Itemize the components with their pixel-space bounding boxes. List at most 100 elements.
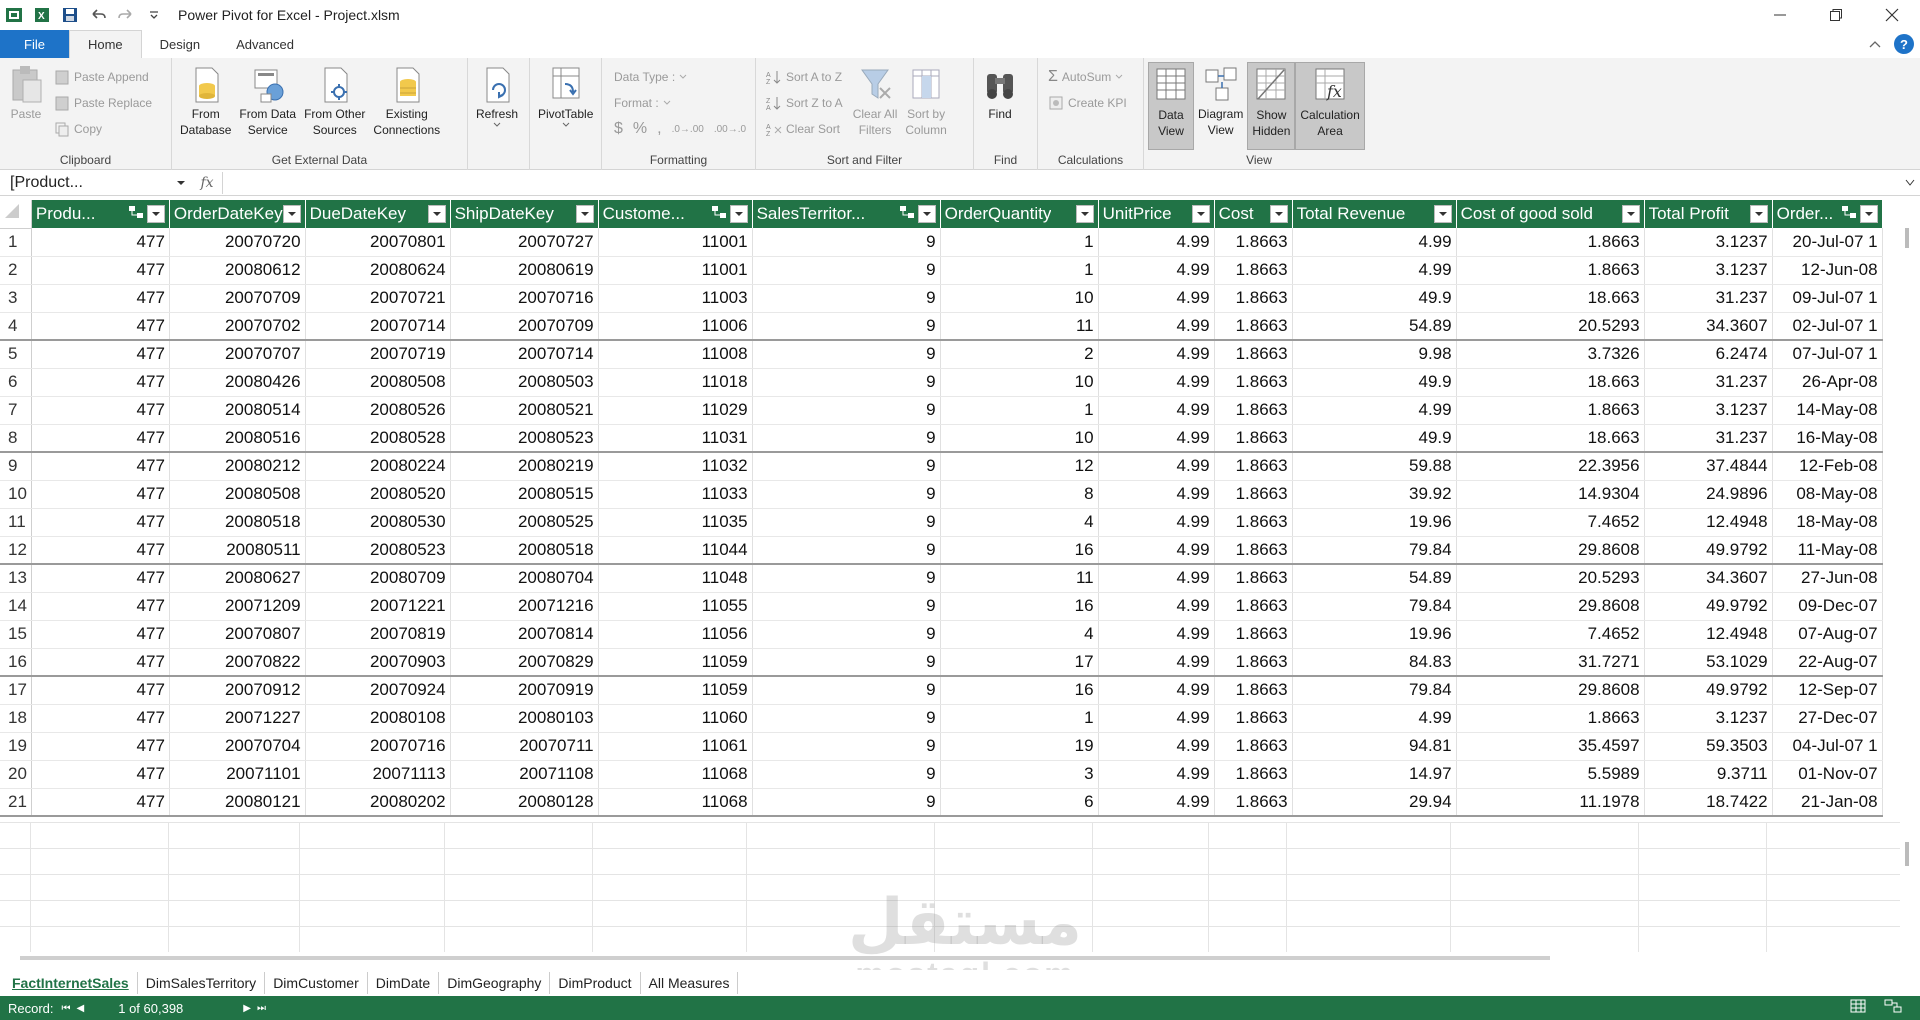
table-cell[interactable]: 3.7326 [1456,340,1645,369]
table-cell[interactable]: 20070714 [450,340,599,369]
sheet-tab-dimdate[interactable]: DimDate [368,972,440,994]
table-cell[interactable]: 11068 [598,760,753,789]
horizontal-scrollbar[interactable] [20,956,1550,960]
row-number[interactable]: 5 [0,340,32,369]
table-cell[interactable]: 26-Apr-08 [1772,368,1883,397]
table-cell[interactable]: 9 [752,452,941,481]
diagram-view-status-icon[interactable] [1884,999,1902,1016]
sheet-tab-factinternetsales[interactable]: FactInternetSales [4,972,138,994]
table-cell[interactable]: 34.3607 [1644,564,1773,593]
table-cell[interactable]: 20070720 [169,228,306,257]
table-cell[interactable]: 4.99 [1098,480,1215,509]
table-cell[interactable]: 1.8663 [1214,648,1293,677]
table-cell[interactable]: 11059 [598,676,753,705]
record-nav-next-last[interactable]: ▶⏭ [243,1003,272,1014]
table-cell[interactable]: 4.99 [1098,676,1215,705]
table-cell[interactable]: 22.3956 [1456,452,1645,481]
column-filter-dropdown-icon[interactable] [427,205,446,223]
refresh-button[interactable]: Refresh [472,62,522,150]
table-cell[interactable]: 477 [31,760,170,789]
column-header[interactable]: Order... [1772,200,1883,228]
table-cell[interactable]: 9.98 [1292,340,1457,369]
table-cell[interactable]: 20071221 [305,592,451,621]
table-cell[interactable]: 08-May-08 [1772,480,1883,509]
table-cell[interactable]: 11061 [598,732,753,761]
row-number[interactable]: 12 [0,536,32,565]
diagram-view-button[interactable]: Diagram View [1194,62,1247,150]
table-cell[interactable]: 9 [752,424,941,453]
table-cell[interactable]: 20080219 [450,452,599,481]
table-cell[interactable]: 1.8663 [1214,536,1293,565]
table-cell[interactable]: 20070709 [450,312,599,341]
table-cell[interactable]: 11048 [598,564,753,593]
table-cell[interactable]: 12-Sep-07 [1772,676,1883,705]
table-cell[interactable]: 4.99 [1292,228,1457,257]
table-cell[interactable]: 4 [940,508,1099,537]
table-cell[interactable]: 20070822 [169,648,306,677]
table-cell[interactable]: 20080526 [305,396,451,425]
table-cell[interactable]: 04-Jul-07 1 [1772,732,1883,761]
table-cell[interactable]: 31.237 [1644,284,1773,313]
table-cell[interactable]: 20080518 [169,508,306,537]
table-cell[interactable]: 20080508 [305,368,451,397]
table-cell[interactable]: 11059 [598,648,753,677]
table-cell[interactable]: 1.8663 [1214,620,1293,649]
table-cell[interactable]: 1.8663 [1214,228,1293,257]
table-row[interactable]: 1 477 20070720 20070801 20070727 11001 9 1 4.99 1… [0,228,1883,257]
table-cell[interactable]: 20080627 [169,564,306,593]
from-database-button[interactable]: From Database [176,62,235,150]
tab-home[interactable]: Home [68,30,142,58]
table-row[interactable]: 7 477 20080514 20080526 20080521 11029 9 1 4.99 1… [0,396,1883,425]
table-cell[interactable]: 477 [31,452,170,481]
table-cell[interactable]: 477 [31,536,170,565]
column-filter-dropdown-icon[interactable] [1075,205,1094,223]
table-cell[interactable]: 20080128 [450,788,599,817]
table-row[interactable]: 13 477 20080627 20080709 20080704 11048 9 11 4.9… [0,564,1883,593]
table-row[interactable]: 12 477 20080511 20080523 20080518 11044 9 16 4.9… [0,536,1883,565]
table-cell[interactable]: 477 [31,564,170,593]
table-cell[interactable]: 9 [752,480,941,509]
table-cell[interactable]: 20070801 [305,228,451,257]
table-cell[interactable]: 20080503 [450,368,599,397]
table-cell[interactable]: 16 [940,536,1099,565]
table-row[interactable]: 19 477 20070704 20070716 20070711 11061 9 19 4.9… [0,732,1883,761]
autosum-button[interactable]: Σ AutoSum [1048,66,1127,88]
table-cell[interactable]: 09-Dec-07 [1772,592,1883,621]
table-cell[interactable]: 4.99 [1292,256,1457,285]
table-cell[interactable]: 4.99 [1098,228,1215,257]
table-cell[interactable]: 1.8663 [1456,256,1645,285]
table-cell[interactable]: 11060 [598,704,753,733]
table-cell[interactable]: 20080426 [169,368,306,397]
table-row[interactable]: 18 477 20071227 20080108 20080103 11060 9 1 4.99… [0,704,1883,733]
table-cell[interactable]: 4.99 [1098,788,1215,817]
table-cell[interactable]: 20071101 [169,760,306,789]
table-row[interactable]: 17 477 20070912 20070924 20070919 11059 9 16 4.9… [0,676,1883,705]
table-cell[interactable]: 1.8663 [1214,256,1293,285]
table-cell[interactable]: 20080530 [305,508,451,537]
table-cell[interactable]: 07-Aug-07 [1772,620,1883,649]
undo-icon[interactable] [88,5,108,25]
sort-a-to-z-button[interactable]: AZ Sort A to Z [766,66,843,88]
row-number[interactable]: 1 [0,228,32,257]
paste-append-button[interactable]: Paste Append [54,66,152,88]
table-cell[interactable]: 9 [752,536,941,565]
table-cell[interactable]: 4.99 [1098,648,1215,677]
calculation-area[interactable] [0,822,1920,952]
table-cell[interactable]: 20070716 [450,284,599,313]
table-cell[interactable]: 24.9896 [1644,480,1773,509]
show-hidden-button[interactable]: Show Hidden [1247,62,1296,150]
table-cell[interactable]: 20080518 [450,536,599,565]
table-cell[interactable]: 11033 [598,480,753,509]
column-filter-dropdown-icon[interactable] [1749,205,1768,223]
table-cell[interactable]: 11001 [598,228,753,257]
table-cell[interactable]: 20070716 [305,732,451,761]
table-row[interactable]: 4 477 20070702 20070714 20070709 11006 9 11 4.99… [0,312,1883,341]
table-cell[interactable]: 59.3503 [1644,732,1773,761]
column-header[interactable]: Cost of good sold [1456,200,1645,228]
table-cell[interactable]: 1.8663 [1214,788,1293,817]
row-number[interactable]: 10 [0,480,32,509]
table-cell[interactable]: 18.7422 [1644,788,1773,817]
table-cell[interactable]: 20070704 [169,732,306,761]
table-cell[interactable]: 09-Jul-07 1 [1772,284,1883,313]
table-cell[interactable]: 20070924 [305,676,451,705]
